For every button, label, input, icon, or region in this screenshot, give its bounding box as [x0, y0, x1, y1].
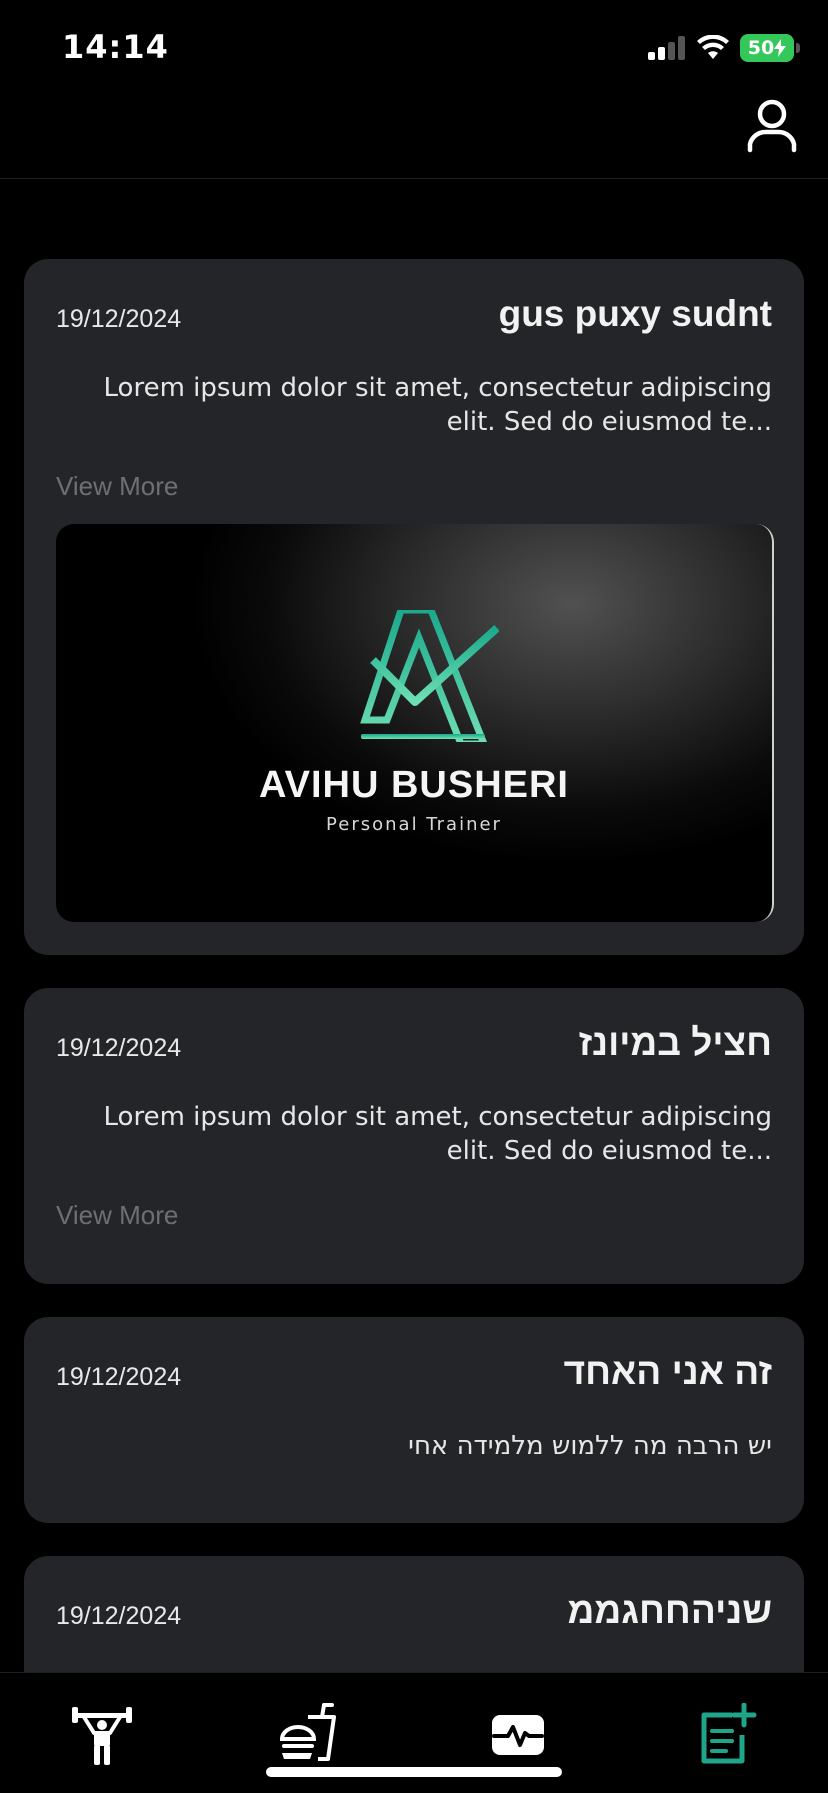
post-date: 19/12/2024 — [56, 305, 182, 333]
user-profile-icon — [747, 99, 797, 153]
weightlifter-icon — [72, 1707, 132, 1765]
meal-icon — [279, 1703, 336, 1761]
profile-button[interactable] — [742, 94, 802, 154]
tab-posts[interactable] — [694, 1702, 758, 1767]
post-date: 19/12/2024 — [56, 1034, 182, 1062]
tab-workouts[interactable] — [70, 1703, 134, 1767]
post-title: חציל במיונז — [578, 1022, 772, 1063]
post-card[interactable]: זה אני האחד 19/12/2024 יש הרבה מה ללמוש … — [24, 1317, 804, 1523]
post-header: זה אני האחד 19/12/2024 — [56, 1351, 772, 1401]
activity-monitor-icon — [492, 1715, 544, 1755]
post-title: gus puxy sudnt — [498, 293, 772, 334]
post-description: Lorem ipsum dolor sit amet, consectetur … — [103, 1102, 772, 1166]
post-header: שניהחחגממ 19/12/2024 — [56, 1590, 772, 1640]
post-description: יש הרבה מה ללמוש מלמידה אחי — [408, 1431, 772, 1461]
post-card[interactable]: חציל במיונז 19/12/2024 Lorem ipsum dolor… — [24, 988, 804, 1284]
status-bar: 14:14 50 — [0, 0, 828, 100]
battery-icon: 50 — [740, 34, 800, 62]
post-card[interactable]: gus puxy sudnt 19/12/2024 Lorem ipsum do… — [24, 259, 804, 955]
tab-nutrition[interactable] — [278, 1703, 342, 1767]
battery-tip — [796, 43, 800, 53]
post-title: זה אני האחד — [563, 1351, 772, 1392]
post-date: 19/12/2024 — [56, 1363, 182, 1391]
post-image[interactable]: AVIHU BUSHERI Personal Trainer — [56, 524, 774, 922]
top-nav — [0, 99, 828, 179]
view-more-link[interactable]: View More — [56, 471, 178, 502]
battery-level: 50 — [747, 37, 775, 59]
post-title: שניהחחגממ — [567, 1590, 772, 1631]
add-post-icon — [701, 1702, 757, 1764]
brand-name: AVIHU BUSHERI — [259, 764, 569, 806]
cellular-signal-icon — [648, 36, 685, 60]
charging-bolt-icon — [774, 39, 787, 57]
wifi-icon — [697, 35, 729, 59]
home-indicator[interactable] — [266, 1767, 562, 1777]
post-header: gus puxy sudnt 19/12/2024 — [56, 293, 772, 343]
status-time: 14:14 — [62, 28, 169, 66]
brand-subtitle: Personal Trainer — [326, 814, 502, 835]
status-icons: 50 — [648, 34, 800, 62]
brand-logo-icon — [360, 610, 499, 742]
post-description: Lorem ipsum dolor sit amet, consectetur … — [103, 373, 772, 437]
post-date: 19/12/2024 — [56, 1602, 182, 1630]
post-header: חציל במיונז 19/12/2024 — [56, 1022, 772, 1072]
tab-activity[interactable] — [486, 1703, 550, 1767]
view-more-link[interactable]: View More — [56, 1200, 178, 1231]
